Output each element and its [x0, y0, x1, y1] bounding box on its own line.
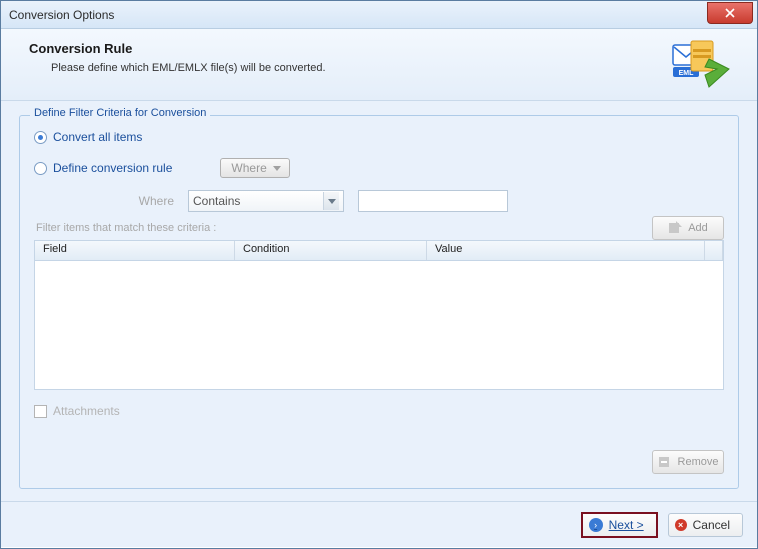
next-button[interactable]: › Next >: [581, 512, 658, 538]
criteria-grid: Field Condition Value: [34, 240, 724, 390]
header-title: Conversion Rule: [29, 41, 737, 56]
radio-icon: [34, 131, 47, 144]
column-condition[interactable]: Condition: [235, 241, 427, 260]
condition-selected: Contains: [193, 194, 240, 208]
next-label: Next >: [609, 518, 644, 532]
chevron-down-icon: [323, 192, 339, 210]
checkbox-icon: [34, 405, 47, 418]
arrow-right-icon: ›: [589, 518, 603, 532]
chevron-down-icon: [273, 166, 281, 171]
filter-criteria-fieldset: Define Filter Criteria for Conversion Co…: [19, 115, 739, 489]
eml-convert-icon: EML: [671, 39, 731, 89]
where-dropdown-button[interactable]: Where: [220, 158, 289, 178]
add-icon: [668, 221, 682, 235]
add-label: Add: [688, 222, 708, 234]
condition-combobox[interactable]: Contains: [188, 190, 344, 212]
window-title: Conversion Options: [9, 8, 114, 22]
attachments-checkbox[interactable]: Attachments: [34, 404, 724, 418]
radio-define-rule[interactable]: Define conversion rule Where: [34, 158, 724, 178]
close-button[interactable]: [707, 2, 753, 24]
cancel-button[interactable]: × Cancel: [668, 513, 743, 537]
column-field[interactable]: Field: [35, 241, 235, 260]
close-icon: [725, 8, 735, 18]
cancel-icon: ×: [675, 519, 687, 531]
radio-convert-all[interactable]: Convert all items: [34, 130, 724, 144]
remove-label: Remove: [678, 456, 719, 468]
footer: › Next > × Cancel: [1, 501, 757, 547]
radio-label: Define conversion rule: [53, 161, 172, 175]
cancel-label: Cancel: [693, 518, 730, 532]
remove-icon: [658, 455, 672, 469]
fieldset-legend: Define Filter Criteria for Conversion: [30, 107, 210, 119]
column-value[interactable]: Value: [427, 241, 705, 260]
where-button-label: Where: [231, 161, 266, 175]
column-end: [705, 241, 723, 260]
radio-icon: [34, 162, 47, 175]
remove-button[interactable]: Remove: [652, 450, 724, 474]
body-area: Define Filter Criteria for Conversion Co…: [1, 101, 757, 501]
header-panel: Conversion Rule Please define which EML/…: [1, 29, 757, 101]
add-button[interactable]: Add: [652, 216, 724, 240]
header-subtitle: Please define which EML/EMLX file(s) wil…: [51, 62, 737, 74]
value-input[interactable]: [358, 190, 508, 212]
where-label: Where: [114, 194, 174, 208]
criteria-label: Filter items that match these criteria :: [36, 222, 724, 234]
titlebar: Conversion Options: [1, 1, 757, 29]
radio-label: Convert all items: [53, 130, 142, 144]
grid-header: Field Condition Value: [35, 241, 723, 261]
window: Conversion Options Conversion Rule Pleas…: [0, 0, 758, 549]
where-form-row: Where Contains: [114, 190, 724, 212]
attachments-label: Attachments: [53, 404, 120, 418]
